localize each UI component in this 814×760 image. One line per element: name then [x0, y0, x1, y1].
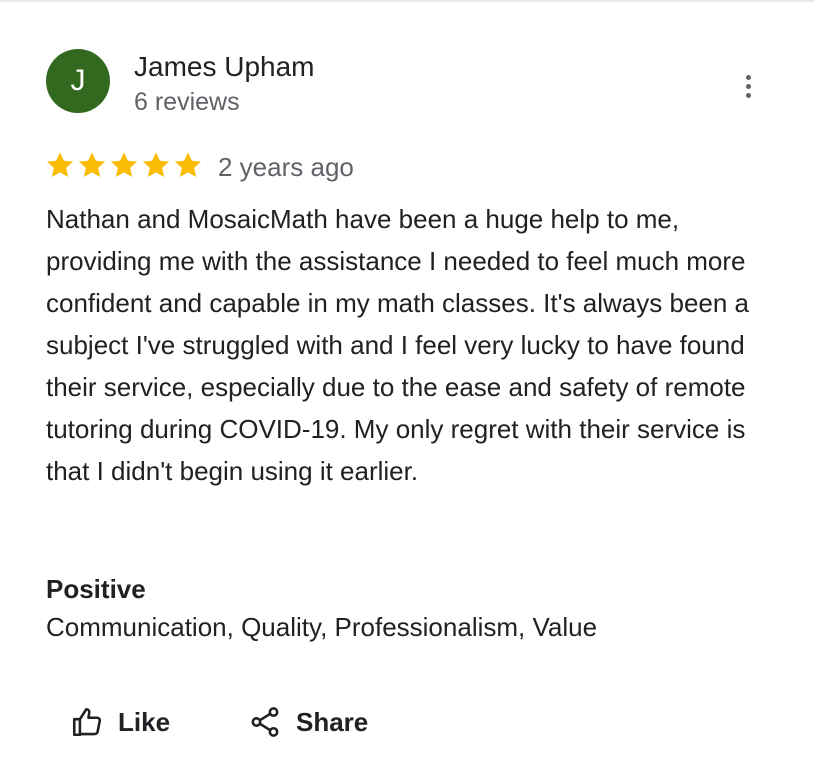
star-icon — [110, 152, 138, 177]
share-icon — [248, 705, 282, 739]
star-icon — [78, 152, 106, 177]
review-age: 2 years ago — [218, 152, 354, 182]
reviewer-name[interactable]: James Upham — [134, 51, 315, 83]
share-label: Share — [296, 706, 369, 737]
positive-heading: Positive — [46, 574, 146, 604]
star-icon — [142, 152, 170, 177]
positive-attributes: Communication, Quality, Professionalism,… — [46, 612, 598, 642]
share-button[interactable]: Share — [248, 700, 368, 744]
more-options-button[interactable] — [732, 68, 764, 104]
more-vert-icon — [745, 74, 751, 80]
star-icon — [46, 152, 74, 177]
star-rating — [44, 149, 204, 181]
review-text: Nathan and MosaicMath have been a huge h… — [46, 204, 750, 486]
avatar[interactable]: J — [46, 49, 110, 113]
thumbs-up-icon — [70, 705, 104, 739]
review-count[interactable]: 6 reviews — [134, 88, 240, 117]
like-label: Like — [118, 706, 171, 737]
like-button[interactable]: Like — [70, 700, 170, 744]
avatar-letter: J — [70, 64, 86, 97]
star-icon — [174, 152, 202, 177]
top-divider — [0, 0, 814, 2]
